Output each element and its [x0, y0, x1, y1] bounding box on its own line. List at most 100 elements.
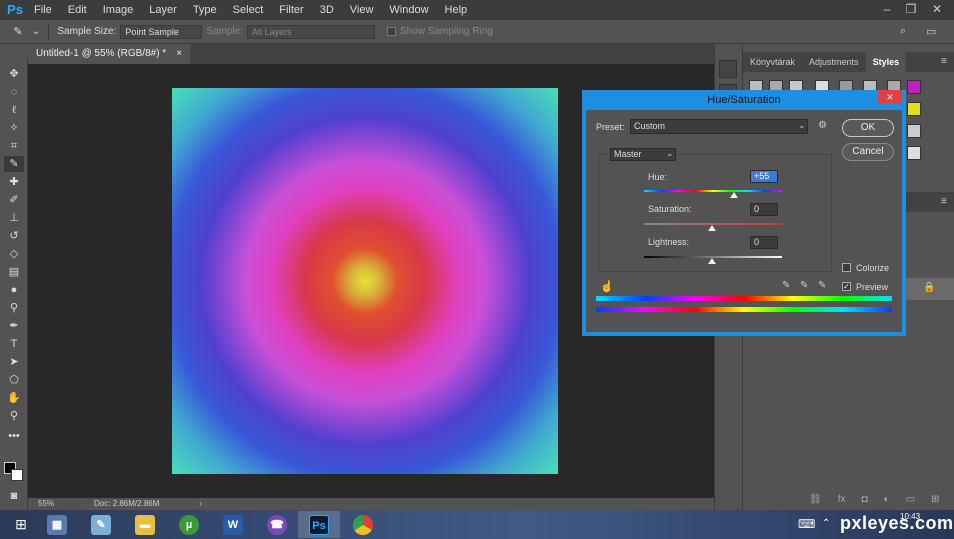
dodge-tool-icon[interactable]: ⚲ — [4, 300, 24, 316]
path-select-icon[interactable]: ➤ — [4, 354, 24, 370]
history-brush-icon[interactable]: ↺ — [4, 228, 24, 244]
menu-view[interactable]: View — [342, 0, 382, 20]
sample-select[interactable]: All Layers — [247, 24, 375, 39]
keyboard-icon[interactable]: ⌨ — [798, 517, 815, 531]
eyedropper-icon[interactable]: ✎ — [8, 25, 28, 38]
show-ring-checkbox[interactable] — [387, 27, 396, 36]
menu-select[interactable]: Select — [225, 0, 272, 20]
more-tools-icon[interactable]: ••• — [4, 428, 24, 444]
lightness-input[interactable]: 0 — [750, 236, 778, 249]
menu-filter[interactable]: Filter — [271, 0, 311, 20]
sample-size-select[interactable]: Point Sample — [120, 24, 203, 39]
menu-help[interactable]: Help — [437, 0, 476, 20]
brush-tool-icon[interactable]: ✐ — [4, 192, 24, 208]
preset-options-gear-icon[interactable]: ⚙ — [818, 120, 827, 131]
output-color-bar — [596, 307, 892, 312]
menu-3d[interactable]: 3D — [312, 0, 342, 20]
status-arrow-icon[interactable]: › — [199, 498, 202, 510]
style-swatch[interactable] — [907, 124, 921, 138]
tab-adjustments[interactable]: Adjustments — [802, 52, 866, 72]
hue-input[interactable]: +55 — [750, 170, 778, 183]
background-color-swatch[interactable] — [11, 469, 23, 481]
style-swatch[interactable] — [907, 102, 921, 116]
cancel-button[interactable]: Cancel — [842, 143, 894, 161]
menu-image[interactable]: Image — [95, 0, 142, 20]
zoom-tool-icon[interactable]: ⚲ — [4, 408, 24, 424]
hand-tool-icon[interactable]: ✋ — [4, 390, 24, 406]
hue-slider-thumb[interactable] — [730, 192, 739, 198]
chrome-icon[interactable] — [342, 511, 384, 538]
style-swatch[interactable] — [907, 80, 921, 94]
quick-select-tool-icon[interactable]: ✧ — [4, 120, 24, 136]
lightness-slider-thumb[interactable] — [708, 258, 716, 264]
restore-icon[interactable]: ❐ — [900, 2, 922, 16]
dialog-close-icon[interactable]: × — [878, 90, 902, 104]
pen-tool-icon[interactable]: ✒ — [4, 318, 24, 334]
colorize-checkbox[interactable] — [842, 263, 851, 272]
gradient-tool-icon[interactable]: ▤ — [4, 264, 24, 280]
tab-styles[interactable]: Styles — [865, 52, 907, 72]
word-icon[interactable]: W — [212, 511, 254, 538]
link-icon[interactable]: ⛓ — [809, 494, 822, 505]
saturation-slider-thumb[interactable] — [708, 225, 716, 231]
fx-icon[interactable]: fx — [838, 494, 846, 505]
notes-icon[interactable]: ✎ — [80, 511, 122, 538]
style-swatch[interactable] — [907, 146, 921, 160]
mask-icon[interactable]: ◘ — [861, 494, 867, 505]
new-layer-icon[interactable]: ⊞ — [931, 494, 939, 505]
crop-tool-icon[interactable]: ⌗ — [4, 138, 24, 154]
minimize-icon[interactable]: – — [876, 2, 898, 16]
viber-icon[interactable]: ☎ — [256, 511, 298, 538]
document-tab[interactable]: Untitled-1 @ 55% (RGB/8#) * × — [28, 44, 191, 64]
menu-layer[interactable]: Layer — [141, 0, 185, 20]
stamp-tool-icon[interactable]: ⊥ — [4, 210, 24, 226]
status-bar: 55% Doc: 2.86M/2.86M › — [28, 498, 714, 510]
preset-select[interactable]: Custom — [630, 119, 808, 134]
calculator-icon[interactable]: ▦ — [36, 511, 78, 538]
taskbar-clock[interactable]: 10:43 — [900, 512, 920, 521]
artwork-image[interactable] — [172, 88, 558, 474]
file-explorer-icon[interactable]: ▬ — [124, 511, 166, 538]
preview-checkbox[interactable]: ✓ — [842, 282, 851, 291]
marquee-tool-icon[interactable]: ◌ — [4, 84, 24, 100]
history-panel-icon[interactable] — [719, 60, 737, 78]
lasso-tool-icon[interactable]: ℓ — [4, 102, 24, 118]
eyedropper-icon[interactable]: ✎ — [782, 280, 790, 291]
folder-icon[interactable]: ▭ — [906, 494, 915, 505]
zoom-level[interactable]: 55% — [38, 498, 54, 510]
close-window-icon[interactable]: ✕ — [926, 2, 948, 16]
shape-tool-icon[interactable]: ⬠ — [4, 372, 24, 388]
eraser-tool-icon[interactable]: ◇ — [4, 246, 24, 262]
input-color-bar — [596, 296, 892, 301]
hue-slider[interactable] — [644, 190, 782, 192]
healing-tool-icon[interactable]: ✚ — [4, 174, 24, 190]
eyedropper-minus-icon[interactable]: ✎ — [818, 280, 826, 291]
photoshop-task-icon[interactable]: Ps — [298, 511, 340, 538]
move-tool-icon[interactable]: ✥ — [4, 66, 24, 82]
menu-file[interactable]: File — [26, 0, 60, 20]
tab-close-icon[interactable]: × — [176, 44, 182, 64]
utorrent-icon[interactable]: µ — [168, 511, 210, 538]
search-icon[interactable]: ⌕ — [900, 25, 906, 38]
tray-chevron-icon[interactable]: ⌃ — [822, 518, 830, 529]
saturation-label: Saturation: — [648, 204, 692, 214]
eyedropper-plus-icon[interactable]: ✎ — [800, 280, 808, 291]
targeted-adjustment-hand-icon[interactable]: ☝ — [600, 280, 614, 293]
menu-type[interactable]: Type — [185, 0, 225, 20]
panel-menu-icon[interactable]: ≡ — [941, 56, 947, 67]
menu-edit[interactable]: Edit — [60, 0, 95, 20]
ok-button[interactable]: OK — [842, 119, 894, 137]
adjustment-icon[interactable]: ◐ — [884, 494, 890, 505]
eyedropper-tool-icon[interactable]: ✎ — [4, 156, 24, 172]
menu-window[interactable]: Window — [381, 0, 436, 20]
dialog-title: Hue/Saturation — [707, 94, 781, 106]
type-tool-icon[interactable]: T — [4, 336, 24, 352]
chevron-down-icon[interactable]: ⌄ — [32, 26, 40, 37]
blur-tool-icon[interactable]: ● — [4, 282, 24, 298]
tab-libraries[interactable]: Könyvtárak — [743, 52, 802, 72]
workspace-icon[interactable]: ▭ — [926, 25, 936, 38]
layers-menu-icon[interactable]: ≡ — [941, 196, 947, 207]
quick-mask-icon[interactable]: ◙ — [4, 488, 24, 504]
saturation-input[interactable]: 0 — [750, 203, 778, 216]
show-ring-label: Show Sampling Ring — [400, 26, 493, 37]
